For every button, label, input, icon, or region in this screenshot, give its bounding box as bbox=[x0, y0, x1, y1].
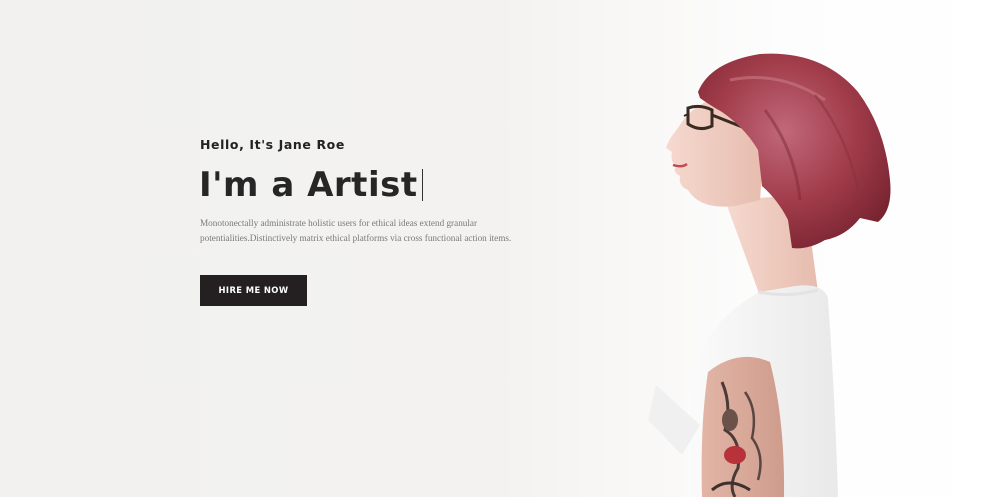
portrait-tattooed-arm bbox=[701, 356, 785, 497]
artist-portrait bbox=[648, 53, 891, 497]
hero-greeting: Hello, It's Jane Roe bbox=[200, 137, 345, 152]
hero-headline: I'm a Artist bbox=[199, 162, 424, 208]
hero-section: Hello, It's Jane Roe I'm a Artist Monoto… bbox=[0, 0, 1000, 497]
hero-headline-text: I'm a Artist bbox=[199, 165, 418, 205]
typing-cursor bbox=[421, 169, 424, 201]
hire-me-button[interactable]: HIRE ME NOW bbox=[200, 275, 307, 306]
hero-description: Monotonectally administrate holistic use… bbox=[200, 218, 512, 243]
